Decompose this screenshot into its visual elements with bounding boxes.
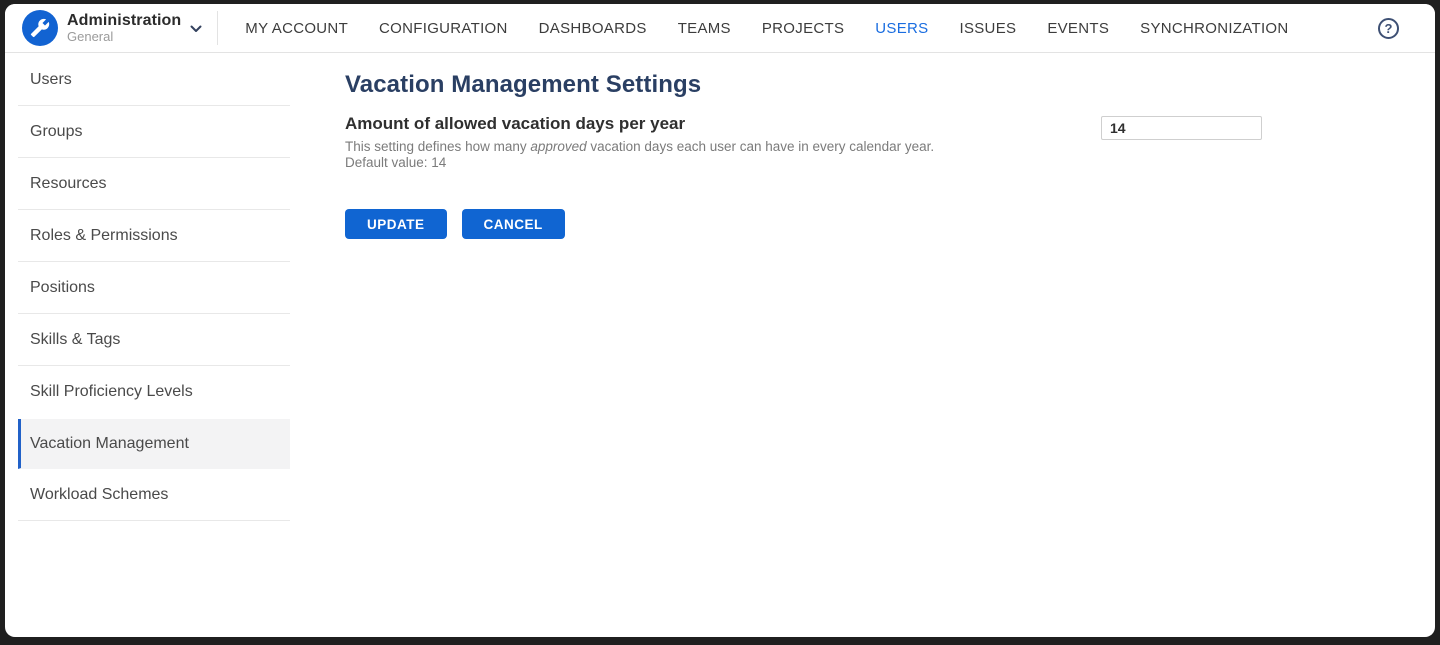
- administration-logo: [22, 10, 58, 46]
- sidebar-item-resources[interactable]: Resources: [18, 158, 290, 210]
- sidebar-item-label: Skills & Tags: [30, 331, 120, 349]
- app-title: Administration: [67, 12, 181, 30]
- setting-description-emphasis: approved: [530, 139, 586, 154]
- sidebar-item-workload-schemes[interactable]: Workload Schemes: [18, 469, 290, 521]
- page-title: Vacation Management Settings: [345, 71, 1435, 99]
- sidebar-item-label: Resources: [30, 175, 106, 193]
- nav-item-teams[interactable]: TEAMS: [678, 20, 731, 37]
- page-body: Users Groups Resources Roles & Permissio…: [5, 53, 1435, 637]
- help-icon[interactable]: ?: [1378, 18, 1399, 39]
- setting-default-note: Default value: 14: [345, 155, 934, 171]
- buttons-row: UPDATE CANCEL: [345, 209, 1435, 239]
- sidebar-item-skill-proficiency-levels[interactable]: Skill Proficiency Levels: [18, 366, 290, 418]
- sidebar: Users Groups Resources Roles & Permissio…: [5, 53, 290, 637]
- app-titles: Administration General: [67, 12, 181, 45]
- sidebar-item-label: Skill Proficiency Levels: [30, 383, 193, 401]
- setting-label: Amount of allowed vacation days per year: [345, 114, 934, 134]
- app-window: Administration General MY ACCOUNT CONFIG…: [5, 4, 1435, 637]
- sidebar-item-users[interactable]: Users: [18, 54, 290, 106]
- cancel-button[interactable]: CANCEL: [462, 209, 565, 239]
- main-menu: MY ACCOUNT CONFIGURATION DASHBOARDS TEAM…: [245, 20, 1288, 37]
- sidebar-item-vacation-management[interactable]: Vacation Management: [18, 419, 290, 469]
- sidebar-item-skills-tags[interactable]: Skills & Tags: [18, 314, 290, 366]
- vacation-days-input[interactable]: [1101, 116, 1262, 140]
- update-button[interactable]: UPDATE: [345, 209, 447, 239]
- sidebar-item-groups[interactable]: Groups: [18, 106, 290, 158]
- sidebar-item-roles-permissions[interactable]: Roles & Permissions: [18, 210, 290, 262]
- nav-item-issues[interactable]: ISSUES: [959, 20, 1016, 37]
- app-subtitle: General: [67, 30, 181, 44]
- nav-item-events[interactable]: EVENTS: [1047, 20, 1109, 37]
- nav-item-users[interactable]: USERS: [875, 20, 928, 37]
- main-content: Vacation Management Settings Amount of a…: [290, 53, 1435, 637]
- sidebar-item-label: Vacation Management: [30, 435, 189, 453]
- setting-text-block: Amount of allowed vacation days per year…: [345, 114, 934, 171]
- sidebar-item-label: Roles & Permissions: [30, 227, 178, 245]
- app-switcher[interactable]: Administration General: [22, 10, 202, 46]
- sidebar-item-label: Users: [30, 71, 72, 89]
- nav-item-dashboards[interactable]: DASHBOARDS: [539, 20, 647, 37]
- sidebar-item-label: Positions: [30, 279, 95, 297]
- topnav-divider: [217, 11, 218, 45]
- nav-item-configuration[interactable]: CONFIGURATION: [379, 20, 508, 37]
- wrench-icon: [30, 18, 50, 38]
- sidebar-item-label: Groups: [30, 123, 82, 141]
- nav-item-my-account[interactable]: MY ACCOUNT: [245, 20, 348, 37]
- chevron-down-icon: [190, 25, 202, 33]
- sidebar-item-label: Workload Schemes: [30, 486, 168, 504]
- nav-item-projects[interactable]: PROJECTS: [762, 20, 844, 37]
- sidebar-item-positions[interactable]: Positions: [18, 262, 290, 314]
- top-navigation-bar: Administration General MY ACCOUNT CONFIG…: [5, 4, 1435, 53]
- nav-item-synchronization[interactable]: SYNCHRONIZATION: [1140, 20, 1288, 37]
- setting-row: Amount of allowed vacation days per year…: [345, 114, 1435, 171]
- setting-description: This setting defines how many approved v…: [345, 139, 934, 155]
